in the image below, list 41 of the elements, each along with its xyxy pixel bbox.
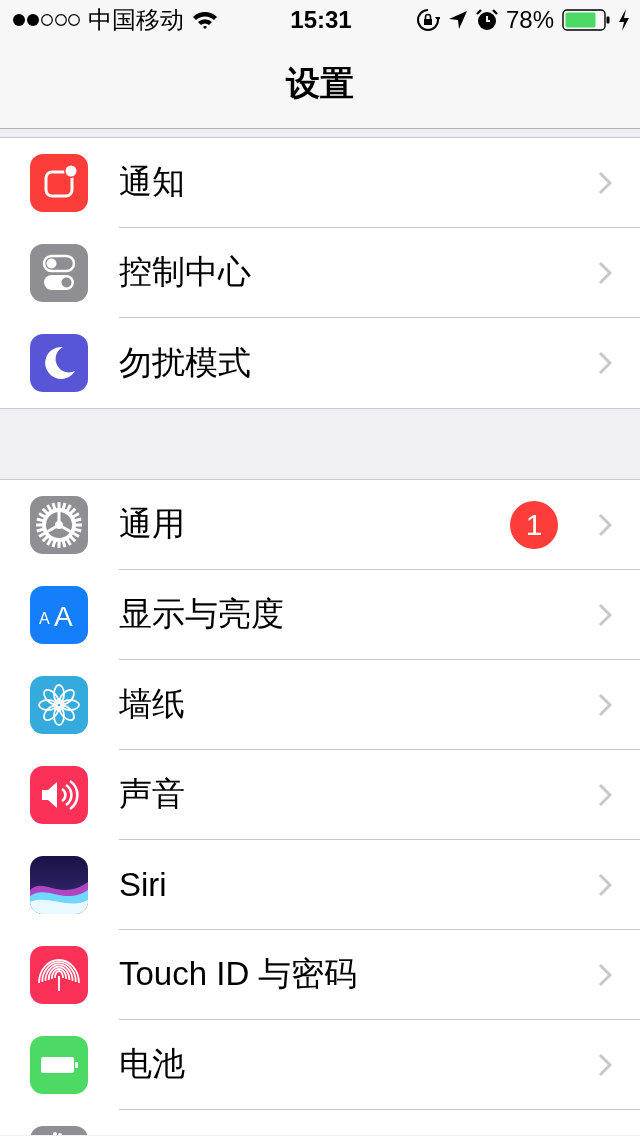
chevron-right-icon <box>598 602 612 627</box>
charging-bolt-icon <box>618 9 630 31</box>
moon-icon <box>30 334 88 392</box>
chevron-right-icon <box>598 170 612 195</box>
gear-icon <box>30 496 88 554</box>
chevron-right-icon <box>598 962 612 987</box>
rotation-lock-icon <box>415 8 440 32</box>
settings-row[interactable]: 通用 1 <box>0 480 640 570</box>
clock-time: 15:31 <box>290 6 352 34</box>
signal-icon <box>12 13 80 27</box>
toggles-icon <box>30 244 88 302</box>
settings-row[interactable]: 电池 <box>0 1020 640 1110</box>
settings-row[interactable]: 墙纸 <box>0 660 640 750</box>
flower-icon <box>30 676 88 734</box>
notification-badge: 1 <box>510 500 558 549</box>
chevron-right-icon <box>598 782 612 807</box>
chevron-right-icon <box>598 1052 612 1077</box>
location-arrow-icon <box>447 10 468 30</box>
settings-row[interactable]: 声音 <box>0 750 640 840</box>
carrier-name: 中国移动 <box>88 5 184 35</box>
settings-row[interactable]: Siri <box>0 840 640 930</box>
chevron-right-icon <box>598 872 612 897</box>
chevron-right-icon <box>598 692 612 717</box>
settings-row[interactable]: 控制中心 <box>0 228 640 318</box>
settings-row[interactable]: 通知 <box>0 138 640 228</box>
battery-percentage: 78% <box>505 6 554 34</box>
battery-icon <box>562 9 610 31</box>
wifi-icon <box>192 10 218 30</box>
settings-row[interactable]: AA 显示与亮度 <box>0 570 640 660</box>
speaker-icon <box>30 766 88 824</box>
chevron-right-icon <box>598 260 612 285</box>
settings-row[interactable]: Touch ID 与密码 <box>0 930 640 1020</box>
waves-icon <box>30 856 88 914</box>
battery-icon <box>30 1036 88 1094</box>
alarm-clock-icon <box>475 9 498 31</box>
text-size-icon: AA <box>30 586 88 644</box>
fingerprint-icon <box>30 946 88 1004</box>
chevron-right-icon <box>598 351 612 375</box>
page-title: 设置 <box>286 62 354 104</box>
chevron-right-icon <box>598 512 612 537</box>
settings-row[interactable]: 勿扰模式 <box>0 318 640 408</box>
